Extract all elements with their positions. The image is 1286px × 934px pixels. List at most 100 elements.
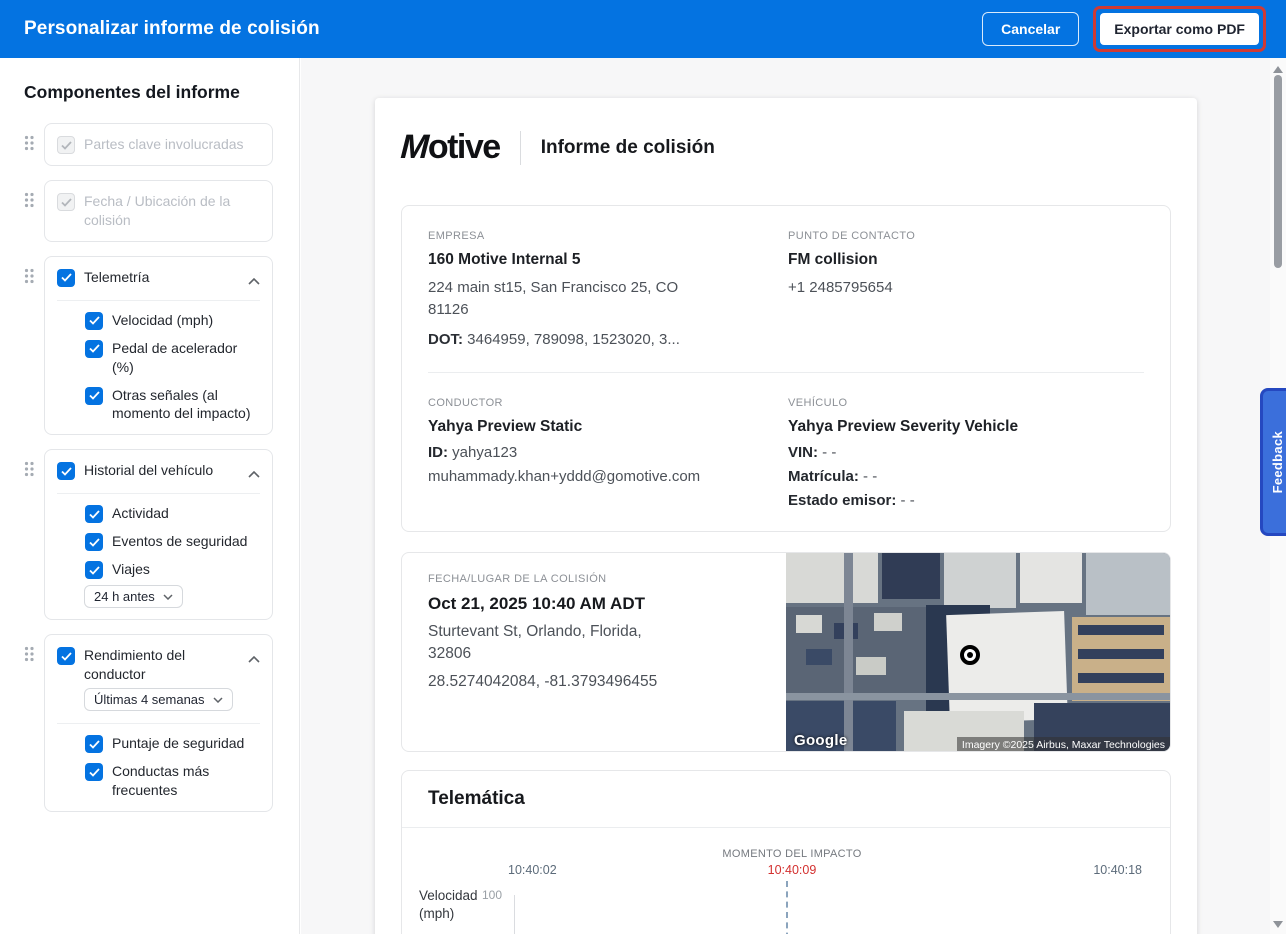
parties-info-card: EMPRESA 160 Motive Internal 5 224 main s… <box>401 205 1171 533</box>
cancel-button[interactable]: Cancelar <box>982 12 1080 46</box>
component-card-date-location: Fecha / Ubicación de la colisión <box>44 180 273 242</box>
check-icon <box>60 197 72 207</box>
performance-range-value: Últimas 4 semanas <box>94 692 205 708</box>
google-logo: Google <box>794 732 848 750</box>
check-icon <box>60 273 72 283</box>
checkbox-top-behaviors[interactable] <box>85 763 103 782</box>
checkbox-safety-events[interactable] <box>85 533 103 552</box>
x-tick-start: 10:40:02 <box>508 863 557 878</box>
subcomponent-label: Otras señales (al momento del impacto) <box>112 386 251 422</box>
map-texture <box>944 553 1016 609</box>
drag-handle-icon[interactable] <box>24 268 36 436</box>
vehicle-plate: Matrícula: - - <box>788 468 878 486</box>
sidebar-heading: Componentes del informe <box>24 82 240 102</box>
telematics-card: Telemática MOMENTO DEL IMPACTO 10:40:02 … <box>401 770 1171 934</box>
scroll-down-arrow-icon[interactable] <box>1273 921 1283 928</box>
checkbox-safety-score[interactable] <box>85 735 103 754</box>
customize-collision-report-screen: Personalizar informe de colisión Cancela… <box>0 0 1286 934</box>
component-card-telemetry: Telemetría Velocidad (mph) Pedal de acel… <box>44 255 273 436</box>
company-label: EMPRESA <box>428 230 485 242</box>
scrollbar-thumb[interactable] <box>1274 75 1282 268</box>
report-page: Motive Informe de colisión EMPRESA 160 M… <box>375 98 1197 934</box>
component-card-driver-performance: Rendimiento del conductor Últimas 4 sema… <box>44 634 273 812</box>
card-divider <box>57 723 260 725</box>
checkbox-disabled-checked <box>57 193 75 211</box>
drag-handle-icon[interactable] <box>24 646 36 812</box>
checkbox-other-signals[interactable] <box>85 386 103 405</box>
vehicle-block: VEHÍCULO Yahya Preview Severity Vehicle … <box>788 397 1144 509</box>
incident-card: FECHA/LUGAR DE LA COLISIÓN Oct 21, 2025 … <box>401 552 1171 753</box>
subcomponent-label: Puntaje de seguridad <box>112 735 245 752</box>
check-icon <box>60 467 72 476</box>
card-divider <box>57 299 260 301</box>
drag-handle-icon[interactable] <box>24 192 36 242</box>
checkbox-trips[interactable] <box>85 561 103 580</box>
checkbox-activity[interactable] <box>85 505 103 524</box>
drag-handle-icon[interactable] <box>24 135 36 166</box>
component-row-key-parties: Partes clave involucradas <box>0 109 299 166</box>
map-texture <box>796 615 822 634</box>
trips-range-value: 24 h antes <box>94 589 155 605</box>
check-icon <box>60 652 72 661</box>
check-icon <box>88 740 100 749</box>
performance-range-select[interactable]: Últimas 4 semanas <box>84 688 233 712</box>
subcomponent-label: Viajes <box>112 561 150 578</box>
chevron-up-icon[interactable] <box>248 465 260 483</box>
map-texture <box>882 553 940 600</box>
chevron-up-icon[interactable] <box>248 650 260 668</box>
chevron-up-icon[interactable] <box>248 272 260 290</box>
feedback-tab[interactable]: Feedback <box>1260 388 1286 536</box>
x-tick-end: 10:40:18 <box>1093 863 1142 878</box>
incident-label: FECHA/LUGAR DE LA COLISIÓN <box>428 573 607 586</box>
component-label: Partes clave involucradas <box>84 136 244 152</box>
checkbox-speed[interactable] <box>85 311 103 330</box>
check-icon <box>88 538 100 547</box>
checkbox-driver-performance[interactable] <box>57 647 75 666</box>
company-block: EMPRESA 160 Motive Internal 5 224 main s… <box>428 230 788 350</box>
driver-vehicle-section: CONDUCTOR Yahya Preview Static ID: yahya… <box>402 373 1170 531</box>
driver-email: muhammady.khan+yddd@gomotive.com <box>428 468 701 486</box>
export-button-highlight: Exportar como PDF <box>1093 6 1266 52</box>
driver-name: Yahya Preview Static <box>428 418 583 436</box>
check-icon <box>88 768 100 777</box>
company-dot: DOT: 3464959, 789098, 1523020, 3... <box>428 330 680 348</box>
driver-label: CONDUCTOR <box>428 397 503 410</box>
check-icon <box>88 391 100 400</box>
vehicle-label: VEHÍCULO <box>788 397 848 410</box>
map-texture <box>1086 553 1170 616</box>
report-title: Informe de colisión <box>540 136 715 158</box>
component-label: Historial del vehículo <box>84 462 214 479</box>
telematics-heading: Telemática <box>402 771 1170 829</box>
report-header: Motive Informe de colisión <box>396 128 1171 167</box>
export-pdf-button[interactable]: Exportar como PDF <box>1100 13 1259 45</box>
drag-handle-icon[interactable] <box>24 461 36 620</box>
checkbox-telemetry[interactable] <box>57 268 75 287</box>
map-attribution: Imagery ©2025 Airbus, Maxar Technologies <box>956 737 1170 752</box>
contact-name: FM collision <box>788 251 878 268</box>
map-texture <box>1020 553 1082 604</box>
map-texture <box>1078 649 1164 660</box>
company-address: 224 main st15, San Francisco 25, CO 8112… <box>428 279 679 318</box>
satellite-map: Google Imagery ©2025 Airbus, Maxar Techn… <box>786 553 1170 752</box>
header-bar: Personalizar informe de colisión Cancela… <box>0 0 1286 58</box>
check-icon <box>88 344 100 354</box>
vehicle-vin: VIN: - - <box>788 444 837 462</box>
checkbox-disabled-checked <box>57 136 75 154</box>
subcomponent-label: Actividad <box>112 505 169 522</box>
company-contact-section: EMPRESA 160 Motive Internal 5 224 main s… <box>402 206 1170 372</box>
map-texture <box>856 657 886 676</box>
check-icon <box>60 140 72 150</box>
component-label: Fecha / Ubicación de la colisión <box>84 193 231 228</box>
checkbox-vehicle-history[interactable] <box>57 462 75 481</box>
checkbox-accel-pedal[interactable] <box>85 339 103 358</box>
component-row-vehicle-history: Historial del vehículo Actividad Eventos… <box>0 435 299 621</box>
map-texture <box>1078 673 1164 684</box>
scroll-up-arrow-icon[interactable] <box>1273 66 1283 73</box>
check-icon <box>88 566 100 575</box>
map-texture <box>1078 625 1164 636</box>
report-components-sidebar: Componentes del informe Partes clave inv… <box>0 58 300 934</box>
contact-block: PUNTO DE CONTACTO FM collision +1 248579… <box>788 230 1144 350</box>
company-name: 160 Motive Internal 5 <box>428 251 581 268</box>
trips-range-select[interactable]: 24 h antes <box>84 585 183 609</box>
map-texture <box>786 553 878 604</box>
